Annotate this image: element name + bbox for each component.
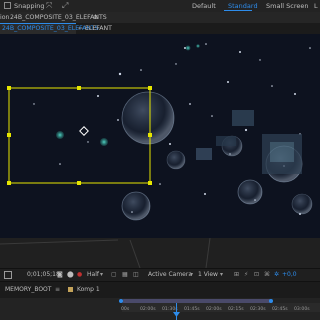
viewer-control-bar: 0;01;05;18 ◙ ⬤ ● Half ▾ ▢ ▦ ◫ Active Cam… [0, 268, 320, 282]
view-layout-dropdown[interactable]: 1 View [198, 269, 218, 281]
resolution-chevron-icon: ▾ [100, 271, 104, 278]
composition-viewer[interactable] [0, 34, 320, 238]
composition-tab-bar: 24B_COMPOSITE_03_ELEFANTS ← ELEFANT [0, 23, 320, 34]
view-chevron-icon: ▾ [220, 271, 224, 278]
tab-komp-1[interactable]: Komp 1 [77, 282, 100, 298]
flowchart-icon[interactable]: ⌘ [264, 269, 270, 281]
workspace-small-screen[interactable]: Small Screen [266, 0, 308, 12]
tab-close-icon[interactable]: ≡ [55, 282, 60, 298]
ruler-label: 02:15s [228, 307, 244, 312]
camera-view-dropdown[interactable]: Active Camera [148, 269, 192, 281]
camera-chevron-icon: ▾ [190, 271, 194, 278]
ruler-label: 02:00s [140, 307, 156, 312]
ruler-label: 03:00s [294, 307, 310, 312]
timeline-tab-bar: MEMORY_BOOT ≡ Komp 1 [0, 282, 320, 299]
ruler-label: 00s [121, 307, 130, 312]
tab-24b-composite[interactable]: 24B_COMPOSITE_03_ELEFANTS [0, 23, 99, 34]
workspace-l[interactable]: L [314, 0, 318, 12]
tab-elefant[interactable]: ELEFANT [85, 23, 112, 34]
resolution-dropdown[interactable]: Half [87, 269, 99, 281]
exposure-value[interactable]: +0,0 [282, 269, 297, 281]
viewer-pasteboard [0, 238, 320, 268]
snapping-options-icon[interactable]: ⤧ [46, 1, 52, 11]
snapping-label: Snapping [14, 2, 45, 10]
active-workspace-underline [224, 10, 252, 11]
snapshot-camera-icon[interactable]: ◙ [57, 269, 63, 281]
tab-memory-boot[interactable]: MEMORY_BOOT [5, 282, 51, 298]
ruler-label: 01:45s [184, 307, 200, 312]
ruler-label: 02:30s [250, 307, 266, 312]
ruler-label: 02:45s [272, 307, 288, 312]
mask-visibility-icon[interactable]: ◫ [133, 269, 139, 281]
fast-previews-icon[interactable]: ⚡ [244, 269, 248, 281]
comp-color-label-icon [68, 287, 73, 292]
region-of-interest-icon[interactable]: ▢ [111, 269, 117, 281]
workspace-default[interactable]: Default [192, 0, 216, 12]
reset-exposure-icon[interactable]: ✲ [274, 269, 279, 281]
transparency-grid-icon[interactable]: ▦ [122, 269, 128, 281]
ruler-label: 02:00s [206, 307, 222, 312]
expand-icon[interactable]: ⤢ [62, 1, 68, 11]
comp-header-prefix: ion [0, 14, 10, 21]
tab-separator-icon: ← [78, 25, 84, 32]
timeline-link-icon[interactable]: ⊡ [254, 269, 259, 281]
comp-header-menu-icon[interactable]: ≡ [93, 12, 98, 23]
snapping-checkbox[interactable] [4, 2, 11, 9]
viewer-canvas [0, 34, 320, 238]
playhead-line[interactable] [176, 303, 177, 320]
current-time-display[interactable]: 0;01;05;18 [27, 269, 60, 281]
show-snapshot-icon[interactable]: ⬤ [67, 269, 74, 281]
toggle-pixel-aspect-icon[interactable]: ⊞ [234, 269, 239, 281]
color-channel-icon[interactable]: ● [77, 269, 82, 281]
toggle-view-options-icon[interactable] [4, 271, 12, 279]
